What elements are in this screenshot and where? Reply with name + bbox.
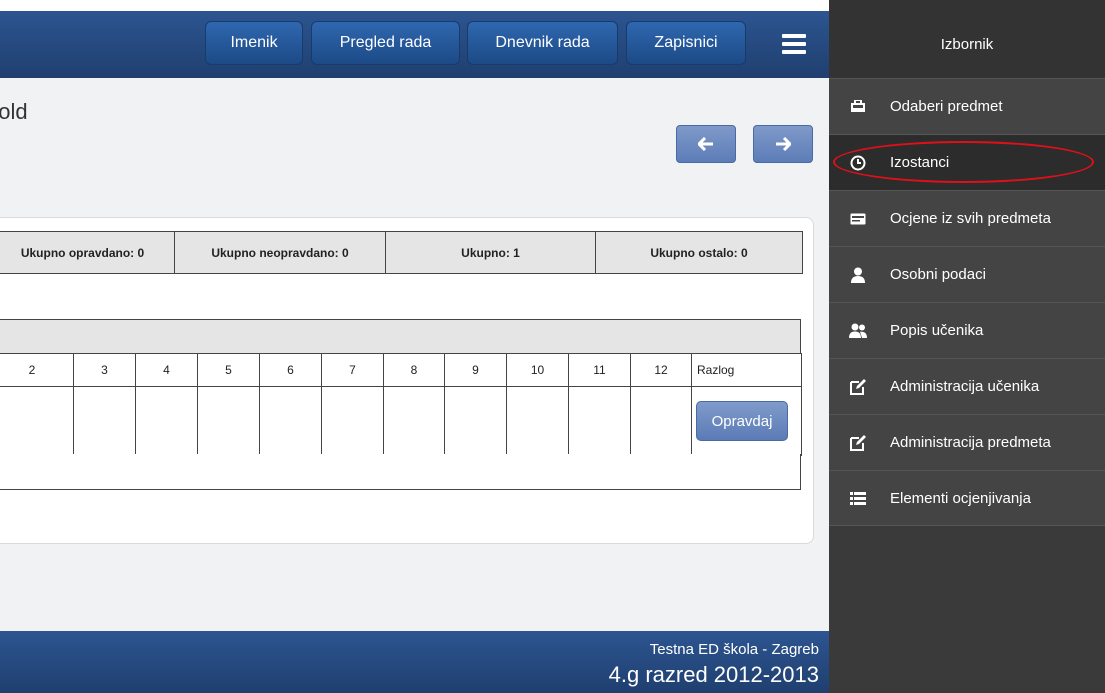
sidebar-item-label: Izostanci — [890, 154, 950, 171]
nav-dnevnik-rada-button[interactable]: Dnevnik rada — [467, 21, 618, 65]
card-icon — [848, 213, 868, 225]
column-header: 2 — [0, 353, 74, 387]
sidebar-item-administracija-predmeta[interactable]: Administracija predmeta — [829, 414, 1105, 470]
sidebar-item-label: Administracija učenika — [890, 378, 1040, 395]
top-navbar: Imenik Pregled rada Dnevnik rada Zapisni… — [0, 11, 829, 78]
column-header: 12 — [630, 353, 692, 387]
user-icon — [848, 267, 868, 283]
column-header: 4 — [135, 353, 198, 387]
arrow-left-icon — [698, 137, 713, 151]
nav-zapisnici-button[interactable]: Zapisnici — [626, 21, 746, 65]
grid-cell — [197, 386, 260, 456]
column-header: 9 — [444, 353, 507, 387]
edit-icon — [848, 434, 868, 451]
list-icon — [848, 491, 868, 505]
column-header: 6 — [259, 353, 322, 387]
grid-cell — [0, 386, 74, 456]
summary-ukupno: Ukupno: 1 — [385, 231, 596, 274]
grid-cell — [73, 386, 136, 456]
sidebar-item-label: Popis učenika — [890, 322, 984, 339]
grid-cell — [321, 386, 384, 456]
summary-opravdano: Ukupno opravdano: 0 — [0, 231, 175, 274]
summary-table: Ukupno opravdano: 0 Ukupno neopravdano: … — [0, 231, 803, 274]
grid-cell — [568, 386, 631, 456]
column-header-razlog: Razlog — [691, 353, 802, 387]
grid-cell — [506, 386, 569, 456]
sidebar-item-label: Osobni podaci — [890, 266, 986, 283]
sidebar-item-label: Ocjene iz svih predmeta — [890, 210, 1051, 227]
sidebar-item-elementi-ocjenjivanja[interactable]: Elementi ocjenjivanja — [829, 470, 1105, 526]
nav-pregled-rada-button[interactable]: Pregled rada — [311, 21, 460, 65]
column-header: 3 — [73, 353, 136, 387]
edit-icon — [848, 378, 868, 395]
footer-bar: Testna ED škola - Zagreb 4.g razred 2012… — [0, 631, 829, 693]
column-header: 5 — [197, 353, 260, 387]
next-button[interactable] — [753, 125, 813, 163]
sidebar-item-popis-ucenika[interactable]: Popis učenika — [829, 302, 1105, 358]
sidebar-item-label: Odaberi predmet — [890, 98, 1003, 115]
column-header: 8 — [383, 353, 445, 387]
users-icon — [848, 323, 868, 338]
sidebar-title: Izbornik — [829, 0, 1105, 78]
sidebar-item-ocjene[interactable]: Ocjene iz svih predmeta — [829, 190, 1105, 246]
razlog-cell: Opravdaj — [691, 386, 802, 456]
sidebar-item-odaberi-predmet[interactable]: Odaberi predmet — [829, 78, 1105, 134]
clock-icon — [848, 155, 868, 171]
school-name: Testna ED škola - Zagreb — [649, 641, 819, 658]
grid-cell — [135, 386, 198, 456]
grid-cell — [630, 386, 692, 456]
hamburger-icon[interactable] — [782, 34, 806, 54]
arrow-right-icon — [776, 137, 791, 151]
sidebar-menu: Izbornik Odaberi predmet Izostanci Ocjen… — [829, 0, 1105, 693]
sidebar-item-izostanci[interactable]: Izostanci — [829, 134, 1105, 190]
sidebar-item-osobni-podaci[interactable]: Osobni podaci — [829, 246, 1105, 302]
main-area: Imenik Pregled rada Dnevnik rada Zapisni… — [0, 0, 829, 693]
sidebar-item-label: Elementi ocjenjivanja — [890, 489, 1031, 507]
table-row: Opravdaj — [0, 386, 802, 456]
summary-ostalo: Ukupno ostalo: 0 — [595, 231, 803, 274]
opravdaj-button[interactable]: Opravdaj — [696, 401, 788, 441]
grid-cell — [259, 386, 322, 456]
sidebar-item-label: Administracija predmeta — [890, 434, 1051, 451]
page-title: bold — [0, 99, 28, 124]
absences-group-header — [0, 319, 801, 354]
column-header: 11 — [568, 353, 631, 387]
previous-button[interactable] — [676, 125, 736, 163]
sidebar-item-administracija-ucenika[interactable]: Administracija učenika — [829, 358, 1105, 414]
grid-footer-row — [0, 454, 801, 490]
grid-cell — [383, 386, 445, 456]
summary-neopravdano: Ukupno neopravdano: 0 — [174, 231, 386, 274]
grid-header-row: 2 3 4 5 6 7 8 9 10 11 12 Razlog — [0, 353, 802, 387]
column-header: 10 — [506, 353, 569, 387]
nav-imenik-button[interactable]: Imenik — [205, 21, 303, 65]
absences-grid: 2 3 4 5 6 7 8 9 10 11 12 Razlog Opravdaj — [0, 353, 802, 456]
briefcase-icon — [848, 100, 868, 113]
grid-cell — [444, 386, 507, 456]
class-name: 4.g razred 2012-2013 — [608, 662, 819, 687]
column-header: 7 — [321, 353, 384, 387]
